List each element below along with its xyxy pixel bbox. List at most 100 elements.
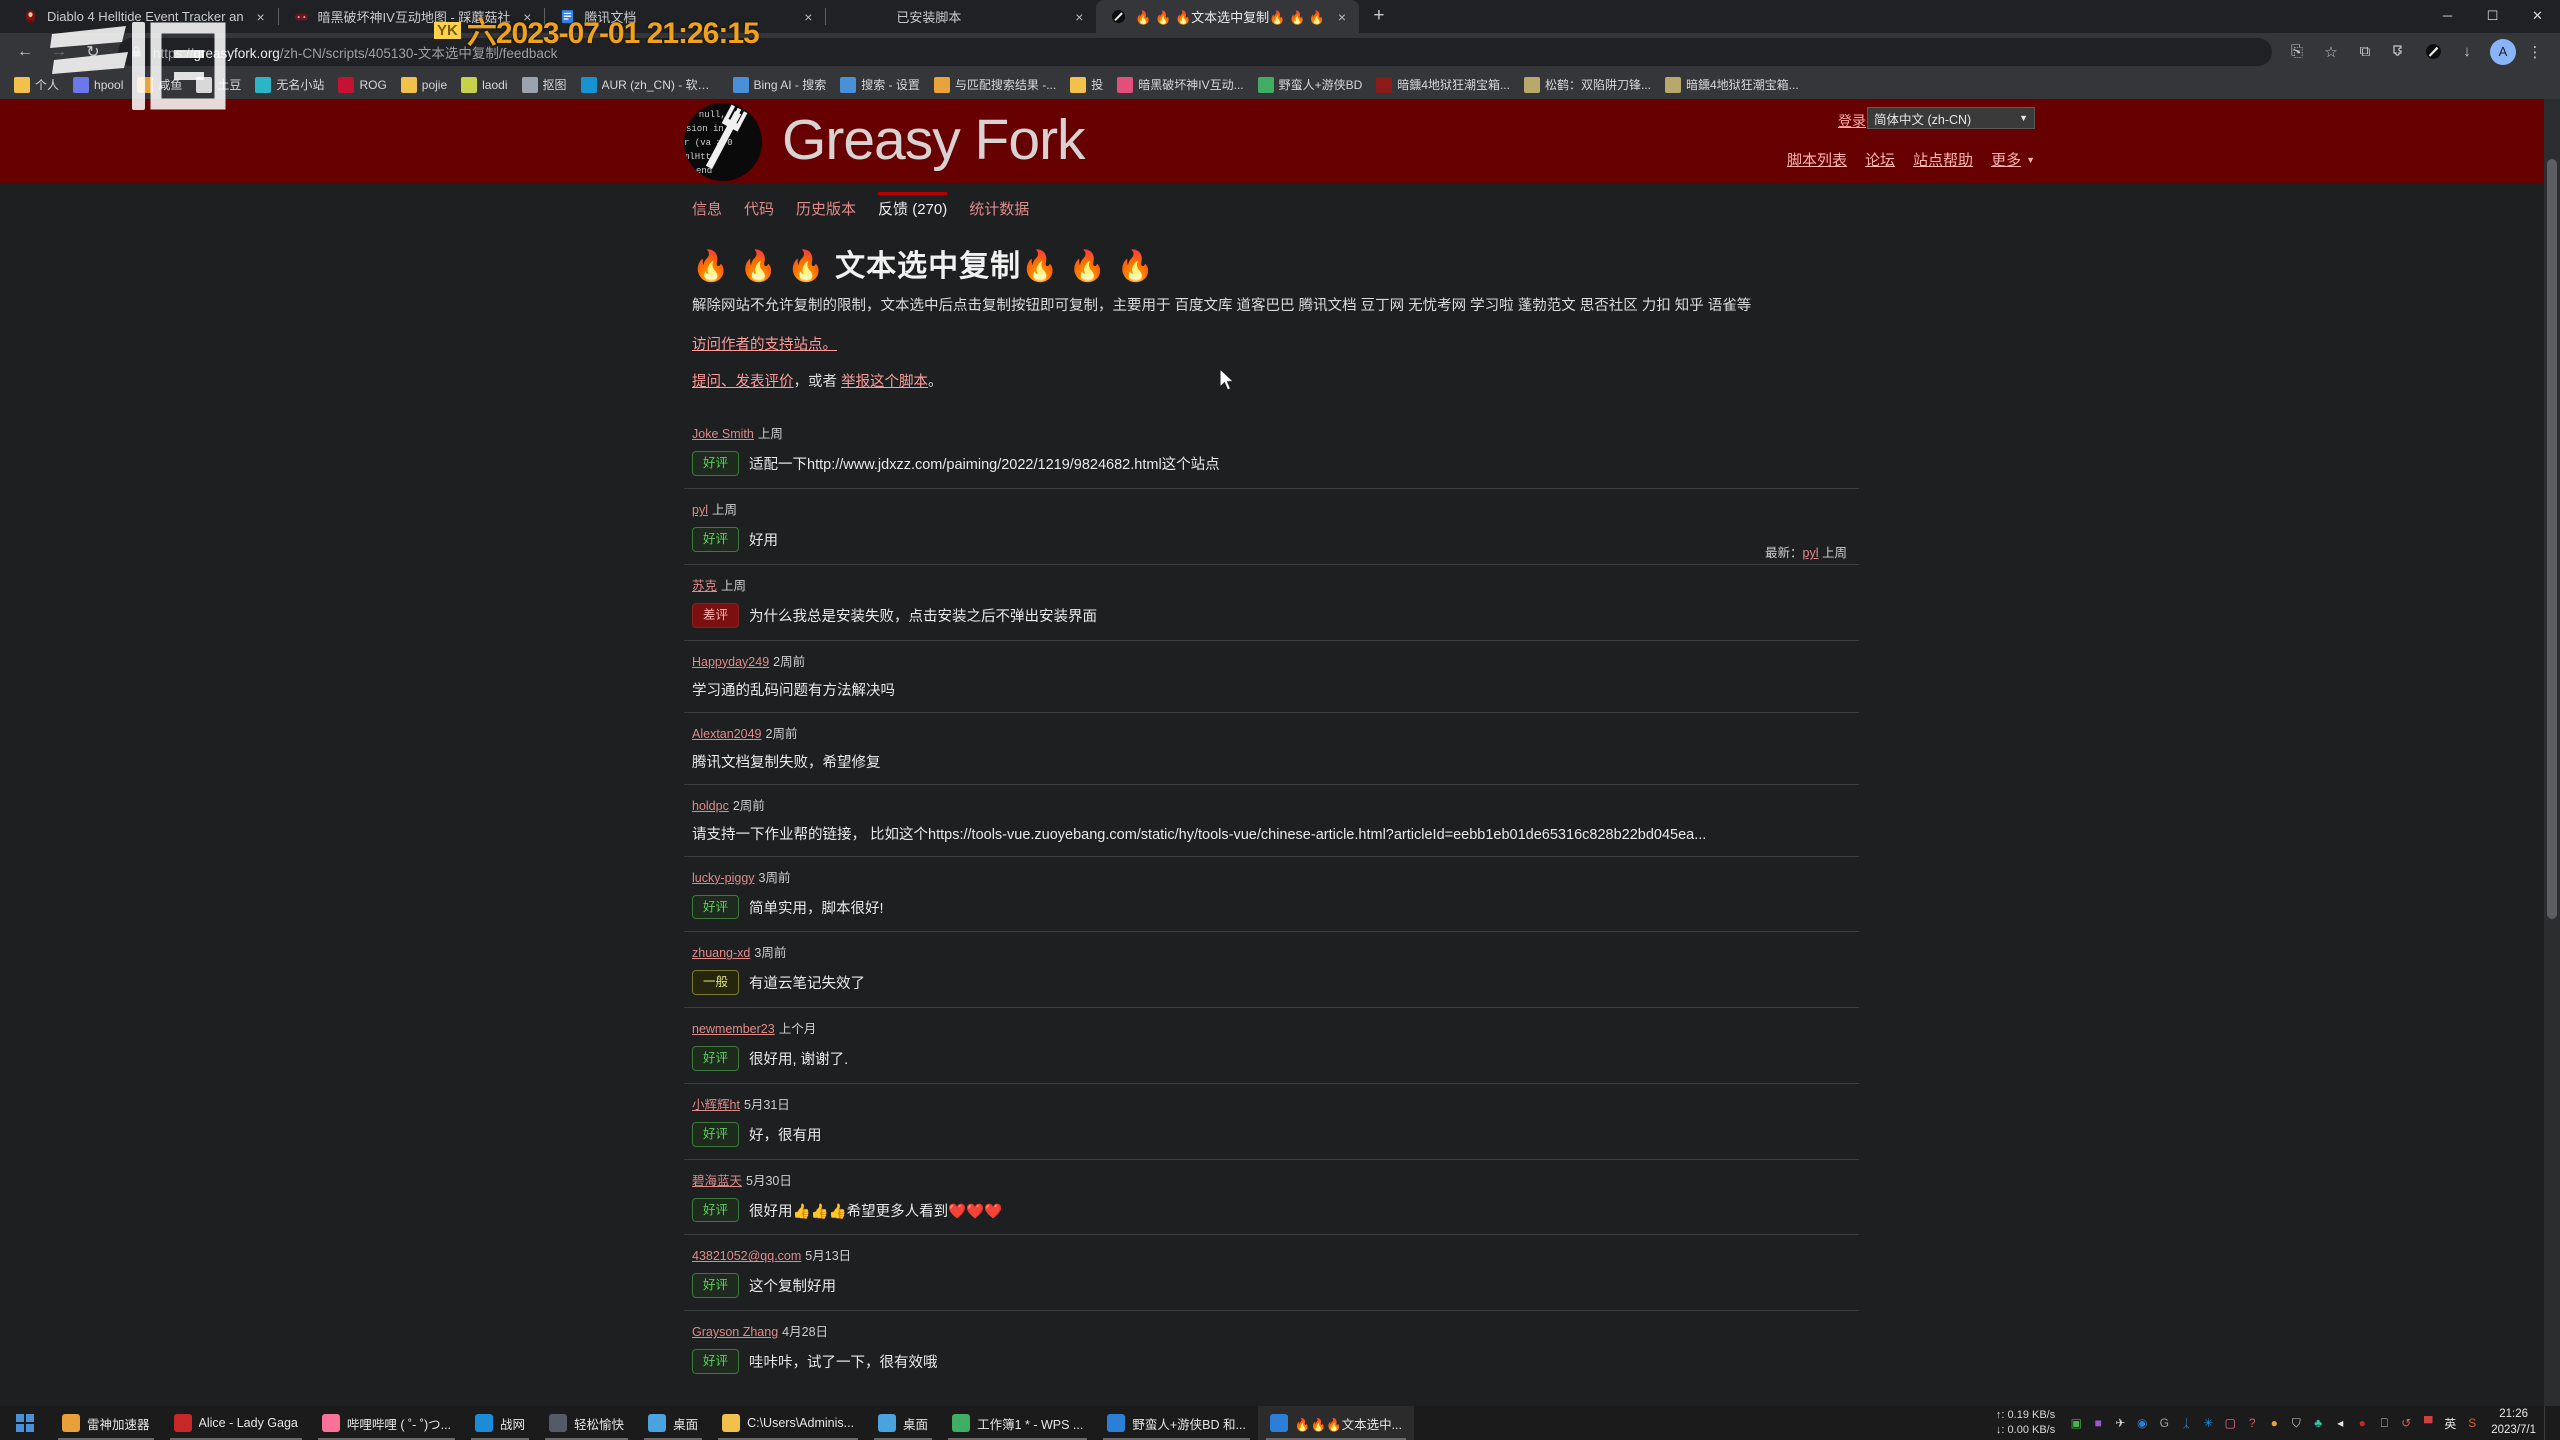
feedback-author-link[interactable]: lucky-piggy	[692, 871, 755, 885]
ask-question-link[interactable]: 提问、发表评价	[692, 374, 794, 390]
bookmark-item[interactable]: laodi	[455, 74, 513, 96]
bookmark-item[interactable]: 松鹤：双陷阱刀锋...	[1518, 73, 1657, 96]
bookmark-star-icon[interactable]: ☆	[2316, 37, 2346, 67]
taskbar-item[interactable]: 桌面	[866, 1406, 940, 1440]
site-nav-item[interactable]: 站点帮助	[1913, 149, 1973, 170]
close-icon[interactable]: ×	[1333, 10, 1351, 24]
volume-icon[interactable]: ◂	[2329, 1406, 2351, 1440]
tampermonkey-toolbar-icon[interactable]	[2418, 37, 2448, 67]
sogou-icon[interactable]: S	[2461, 1406, 2483, 1440]
show-desktop-button[interactable]	[2544, 1406, 2554, 1440]
chevron-down-icon[interactable]: ▼	[2026, 155, 2035, 165]
maximize-button[interactable]: ☐	[2470, 0, 2515, 31]
language-select[interactable]: 简体中文 (zh-CN) ▼	[1867, 107, 2035, 129]
display-icon[interactable]: ⎕	[2373, 1406, 2395, 1440]
share-icon[interactable]: ⎘	[2282, 37, 2312, 67]
question-icon[interactable]: ?	[2241, 1406, 2263, 1440]
bookmark-item[interactable]: Bing AI - 搜索	[727, 73, 833, 96]
feedback-author-link[interactable]: holdpc	[692, 799, 729, 813]
feedback-author-link[interactable]: Alextan2049	[692, 727, 762, 741]
feedback-author-link[interactable]: zhuang-xd	[692, 946, 750, 960]
scrollbar-thumb[interactable]	[2547, 159, 2557, 919]
feedback-author-link[interactable]: 碧海蓝天	[692, 1174, 742, 1188]
taskbar-item[interactable]: 桌面	[636, 1406, 710, 1440]
bookmark-item[interactable]: 无名小站	[249, 73, 330, 96]
flame-tray-icon[interactable]: ♣	[2307, 1406, 2329, 1440]
bookmark-item[interactable]: 暗鑂4地狱狂潮宝箱...	[1370, 73, 1516, 96]
browser-tab-2[interactable]: 腾讯文档 ×	[545, 0, 825, 33]
mouse-meter-icon[interactable]: ▀	[2417, 1406, 2439, 1440]
site-nav-item[interactable]: 论坛	[1865, 149, 1895, 170]
bookmark-item[interactable]: 与匹配搜索结果 -...	[928, 73, 1062, 96]
thunder-tray-icon[interactable]: ●	[2263, 1406, 2285, 1440]
browser-tab-4-active[interactable]: 🔥 🔥 🔥文本选中复制🔥 🔥 🔥 ×	[1096, 0, 1359, 33]
feedback-author-link[interactable]: 苏克	[692, 579, 717, 593]
close-icon[interactable]: ×	[799, 10, 817, 24]
script-tab-3[interactable]: 反馈 (270)	[878, 192, 948, 219]
split-screen-icon[interactable]: ⧉	[2350, 37, 2380, 67]
bookmark-item[interactable]: 野蛮人+游侠BD	[1252, 73, 1369, 96]
script-tab-4[interactable]: 统计数据	[969, 198, 1029, 219]
gforce-icon[interactable]: G	[2153, 1406, 2175, 1440]
close-icon[interactable]: ×	[252, 10, 270, 24]
taskbar-item[interactable]: 雷神加速器	[50, 1406, 162, 1440]
nvidia-icon[interactable]: ▣	[2065, 1406, 2087, 1440]
taskbar-item[interactable]: 哔哩哔哩 ( ˚- ˚)つ...	[310, 1406, 463, 1440]
script-tab-1[interactable]: 代码	[744, 198, 774, 219]
back-button[interactable]: ←	[10, 37, 40, 67]
bluetooth-icon[interactable]: ᛣ	[2175, 1406, 2197, 1440]
taskbar-item[interactable]: 工作簿1 * - WPS ...	[940, 1406, 1095, 1440]
feedback-author-link[interactable]: pyl	[692, 503, 708, 517]
site-nav-item[interactable]: 更多	[1991, 149, 2021, 170]
login-link[interactable]: 登录	[1838, 111, 1866, 131]
bookmark-item[interactable]: 暗鑂4地狱狂潮宝箱...	[1659, 73, 1805, 96]
feedback-author-link[interactable]: 43821052@qq.com	[692, 1249, 801, 1263]
bilibili-tray-icon[interactable]: ▢	[2219, 1406, 2241, 1440]
support-site-link[interactable]: 访问作者的支持站点。	[692, 337, 837, 353]
greasyfork-logo-icon[interactable]: = null, sion in r (va = 0 mlHttp end	[684, 103, 762, 181]
feedback-author-link[interactable]: newmember23	[692, 1022, 775, 1036]
close-icon[interactable]: ×	[518, 10, 536, 24]
ime-icon[interactable]: 英	[2439, 1406, 2461, 1440]
forward-button[interactable]: →	[44, 37, 74, 67]
lock-shield-icon[interactable]: ⛉	[2285, 1406, 2307, 1440]
script-tab-2[interactable]: 历史版本	[796, 198, 856, 219]
new-tab-button[interactable]: +	[1365, 3, 1393, 31]
script-tab-0[interactable]: 信息	[692, 198, 722, 219]
taskbar-item[interactable]: 野蛮人+游侠BD 和...	[1095, 1406, 1258, 1440]
close-window-button[interactable]: ✕	[2515, 0, 2560, 31]
bookmark-item[interactable]: 投	[1064, 73, 1109, 96]
vertical-scrollbar[interactable]	[2544, 99, 2560, 1406]
bookmark-item[interactable]: 暗黑破坏神IV互动...	[1111, 73, 1249, 96]
reload-button[interactable]: ↻	[78, 37, 108, 67]
site-nav-item[interactable]: 脚本列表	[1787, 149, 1847, 170]
latest-user-link[interactable]: pyl	[1803, 546, 1819, 560]
browser-tab-0[interactable]: Diablo 4 Helltide Event Tracker an ×	[8, 0, 278, 33]
bookmark-item[interactable]: 土豆	[190, 73, 247, 96]
avatar[interactable]: A	[2490, 38, 2516, 65]
feedback-author-link[interactable]: 小辉辉ht	[692, 1098, 740, 1112]
feedback-author-link[interactable]: Happyday249	[692, 655, 769, 669]
bookmark-item[interactable]: 抠图	[516, 73, 573, 96]
feedback-author-link[interactable]: Grayson Zhang	[692, 1325, 778, 1339]
monitor-icon[interactable]: ■	[2087, 1406, 2109, 1440]
blue-star-icon[interactable]: ✳	[2197, 1406, 2219, 1440]
download-icon[interactable]: ↓	[2452, 37, 2482, 67]
feedback-author-link[interactable]: Joke Smith	[692, 427, 754, 441]
taskbar-clock[interactable]: 21:26 2023/7/1	[2483, 1407, 2544, 1438]
report-script-link[interactable]: 举报这个脚本	[841, 374, 928, 390]
taskbar-item[interactable]: 轻松愉快	[537, 1406, 636, 1440]
bookmark-item[interactable]: hpool	[67, 74, 129, 96]
wifi-off-icon[interactable]: ✈	[2109, 1406, 2131, 1440]
address-bar[interactable]: https://greasyfork.org/zh-CN/scripts/405…	[118, 37, 2272, 66]
taskbar-item[interactable]: Alice - Lady Gaga	[162, 1406, 310, 1440]
bookmark-item[interactable]: 个人	[8, 73, 65, 96]
browser-tab-3[interactable]: 已安装脚本 ×	[826, 0, 1096, 33]
bookmark-item[interactable]: 搜索 - 设置	[834, 73, 926, 96]
bookmark-item[interactable]: ROG	[332, 74, 392, 96]
extensions-icon[interactable]	[2384, 37, 2414, 67]
browser-menu-icon[interactable]: ⋮	[2520, 37, 2550, 67]
taskbar-item[interactable]: 战网	[463, 1406, 537, 1440]
bookmark-item[interactable]: 咸鱼	[131, 73, 188, 96]
minimize-button[interactable]: ─	[2425, 0, 2470, 31]
